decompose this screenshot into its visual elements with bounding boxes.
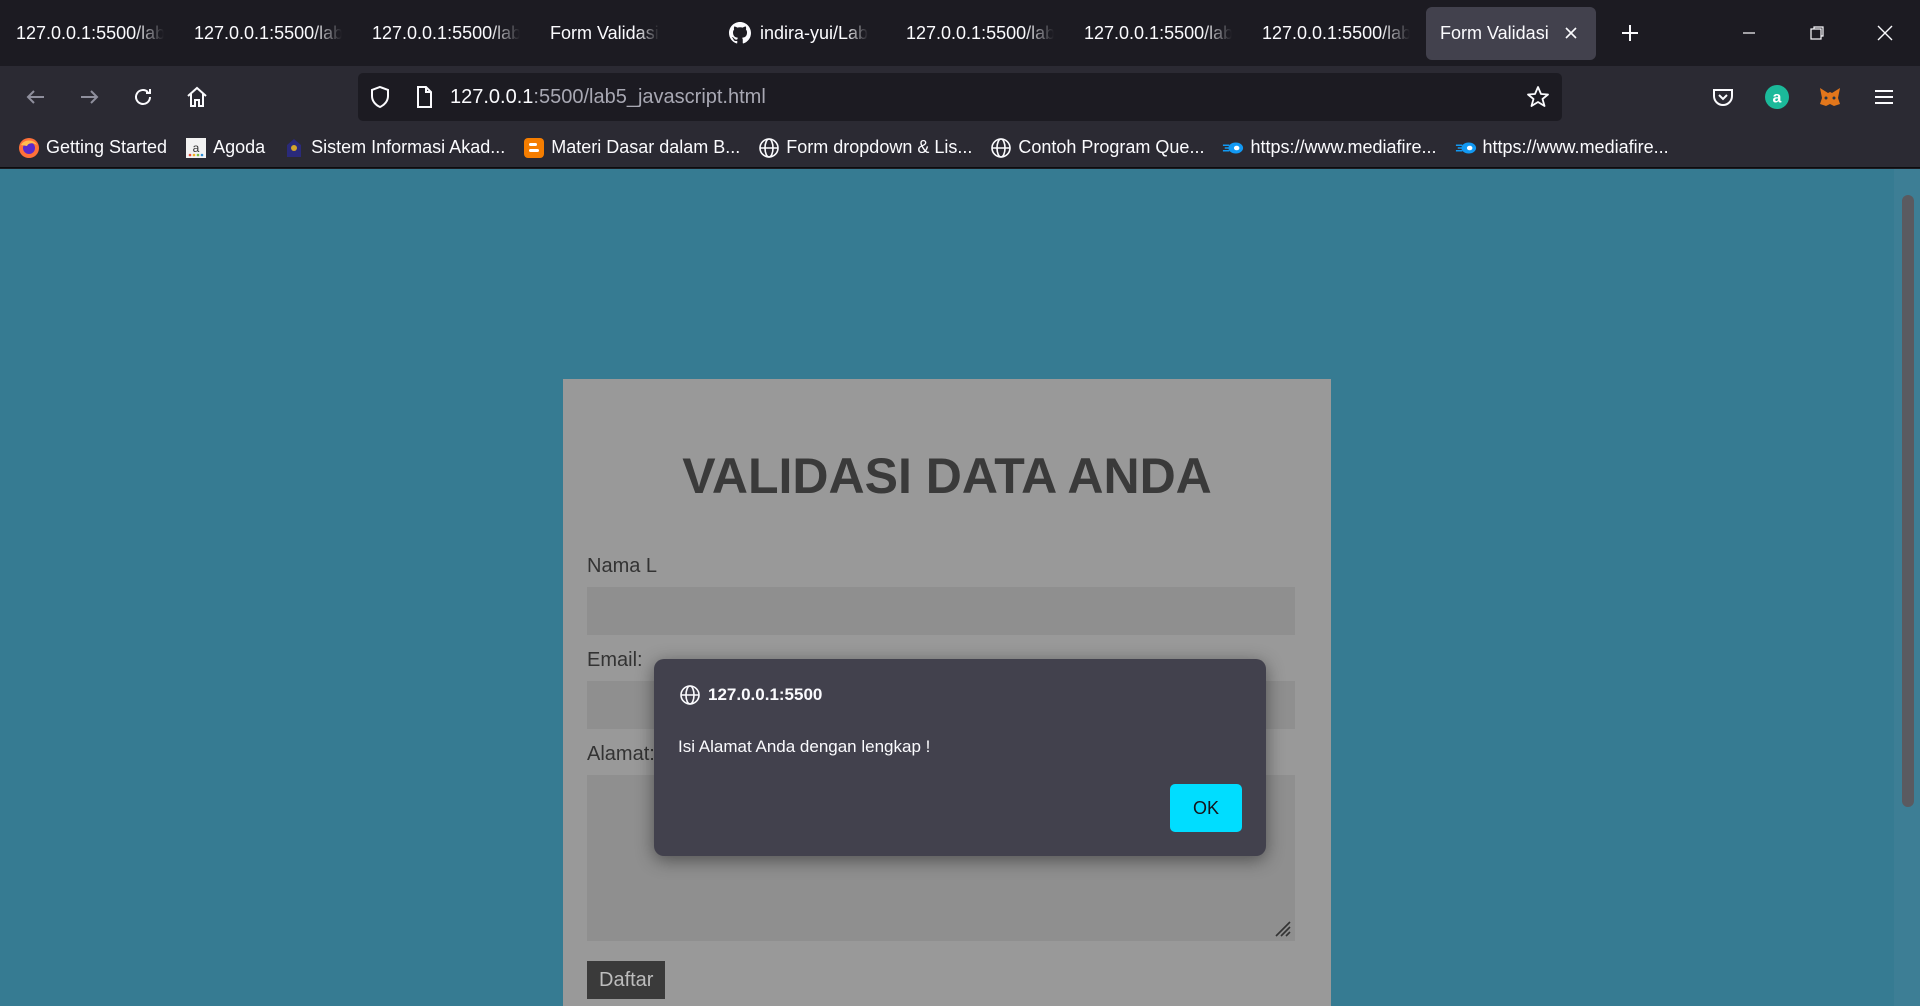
github-icon xyxy=(728,21,752,45)
bookmark-item[interactable]: Form dropdown & Lis... xyxy=(758,137,972,159)
home-button[interactable] xyxy=(177,77,217,117)
daftar-button[interactable]: Daftar xyxy=(587,961,666,999)
extension-a-icon[interactable]: a xyxy=(1757,77,1797,117)
bookmark-item[interactable]: https://www.mediafire... xyxy=(1455,137,1669,159)
minimize-button[interactable] xyxy=(1714,0,1784,66)
tab-label: 127.0.0.1:5500/lab xyxy=(372,22,520,43)
bookmark-label: Agoda xyxy=(213,137,266,157)
bookmark-label: Contoh Program Que... xyxy=(1018,137,1205,157)
bookmark-label: Sistem Informasi Akad... xyxy=(311,137,506,157)
url-path: :5500/lab5_javascript.html xyxy=(533,86,766,108)
nama-input[interactable] xyxy=(587,587,1295,635)
tab[interactable]: 127.0.0.1:5500/lab xyxy=(1248,7,1424,60)
tracking-protection-shield-icon[interactable] xyxy=(368,85,392,109)
pocket-icon[interactable] xyxy=(1703,77,1743,117)
firefox-icon xyxy=(18,137,40,159)
globe-icon xyxy=(990,137,1012,159)
tab-label: 127.0.0.1:5500/lab xyxy=(906,22,1054,43)
bookmark-label: https://www.mediafire... xyxy=(1482,137,1669,157)
tab-label: 127.0.0.1:5500/lab xyxy=(1262,22,1410,43)
agoda-icon: a xyxy=(185,137,207,159)
menu-icon[interactable] xyxy=(1864,77,1904,117)
globe-icon xyxy=(758,137,780,159)
tab[interactable]: 127.0.0.1:5500/lab xyxy=(892,7,1068,60)
url-text[interactable]: 127.0.0.1:5500/lab5_javascript.html xyxy=(450,86,766,109)
bookmark-item[interactable]: a Agoda xyxy=(185,137,265,159)
bookmark-star-icon[interactable] xyxy=(1526,85,1550,109)
new-tab-button[interactable] xyxy=(1606,9,1654,57)
svg-text:a: a xyxy=(1773,90,1782,107)
navigation-toolbar: 127.0.0.1:5500/lab5_javascript.html a xyxy=(0,66,1920,128)
tab-label: 127.0.0.1:5500/lab xyxy=(1084,22,1232,43)
scrollbar-thumb[interactable] xyxy=(1902,195,1914,807)
tab-label: Form Validasi xyxy=(1440,22,1549,43)
mediafire-icon xyxy=(1222,137,1244,159)
page-scrollbar[interactable] xyxy=(1894,169,1920,1006)
tab[interactable]: Form Validasi xyxy=(536,7,712,60)
url-bar[interactable]: 127.0.0.1:5500/lab5_javascript.html xyxy=(358,73,1562,121)
email-label: Email: xyxy=(587,649,643,671)
url-host: 127.0.0.1 xyxy=(450,86,534,108)
restore-button[interactable] xyxy=(1782,0,1852,66)
university-icon xyxy=(283,137,305,159)
tab-label: Form Validasi xyxy=(550,22,659,43)
svg-text:a: a xyxy=(193,141,200,155)
tab[interactable]: indira-yui/Lab xyxy=(714,7,890,60)
forward-button[interactable] xyxy=(69,77,109,117)
bookmark-item[interactable]: Materi Dasar dalam B... xyxy=(523,137,740,159)
reload-button[interactable] xyxy=(123,77,163,117)
tab[interactable]: 127.0.0.1:5500/lab xyxy=(1070,7,1246,60)
bookmark-label: Materi Dasar dalam B... xyxy=(551,137,741,157)
tab-label: 127.0.0.1:5500/lab xyxy=(194,22,342,43)
resize-handle-icon[interactable] xyxy=(1271,917,1291,937)
tab[interactable]: 127.0.0.1:5500/lab xyxy=(2,7,178,60)
bookmark-label: Getting Started xyxy=(46,137,168,157)
page-content: VALIDASI DATA ANDA Nama L Email: Alamat:… xyxy=(0,169,1894,1006)
dialog-origin-text: 127.0.0.1:5500 xyxy=(708,685,823,704)
tab-strip: 127.0.0.1:5500/lab 127.0.0.1:5500/lab 12… xyxy=(0,0,1920,66)
back-button[interactable] xyxy=(16,77,56,117)
ok-button[interactable]: OK xyxy=(1170,784,1242,832)
tab[interactable]: 127.0.0.1:5500/lab xyxy=(180,7,356,60)
tab-active[interactable]: Form Validasi xyxy=(1426,6,1596,60)
tab-label: 127.0.0.1:5500/lab xyxy=(16,22,164,43)
bookmark-item[interactable]: Sistem Informasi Akad... xyxy=(283,137,505,159)
dialog-origin: 127.0.0.1:5500 xyxy=(678,683,822,707)
bookmark-item[interactable]: https://www.mediafire... xyxy=(1222,137,1437,159)
tab-label: indira-yui/Lab xyxy=(760,22,869,43)
alamat-label: Alamat: xyxy=(587,743,655,765)
page-info-icon[interactable] xyxy=(412,85,436,109)
nama-label: Nama L xyxy=(587,555,658,577)
bookmarks-toolbar: Getting Started a Agoda Sistem Informasi… xyxy=(0,128,1920,168)
window-close-button[interactable] xyxy=(1850,0,1920,66)
bookmark-label: https://www.mediafire... xyxy=(1250,137,1437,157)
dialog-message: Isi Alamat Anda dengan lengkap ! xyxy=(678,737,931,756)
bookmark-label: Form dropdown & Lis... xyxy=(786,137,973,157)
bookmark-item[interactable]: Getting Started xyxy=(18,137,167,159)
mediafire-icon xyxy=(1455,137,1477,159)
close-icon[interactable] xyxy=(1560,22,1582,44)
globe-icon xyxy=(678,683,702,707)
alert-dialog: 127.0.0.1:5500 Isi Alamat Anda dengan le… xyxy=(654,659,1266,856)
form-title: VALIDASI DATA ANDA xyxy=(682,448,1212,504)
blogger-icon xyxy=(523,137,545,159)
metamask-icon[interactable] xyxy=(1810,77,1850,117)
tab[interactable]: 127.0.0.1:5500/lab xyxy=(358,7,534,60)
bookmark-item[interactable]: Contoh Program Que... xyxy=(990,137,1204,159)
